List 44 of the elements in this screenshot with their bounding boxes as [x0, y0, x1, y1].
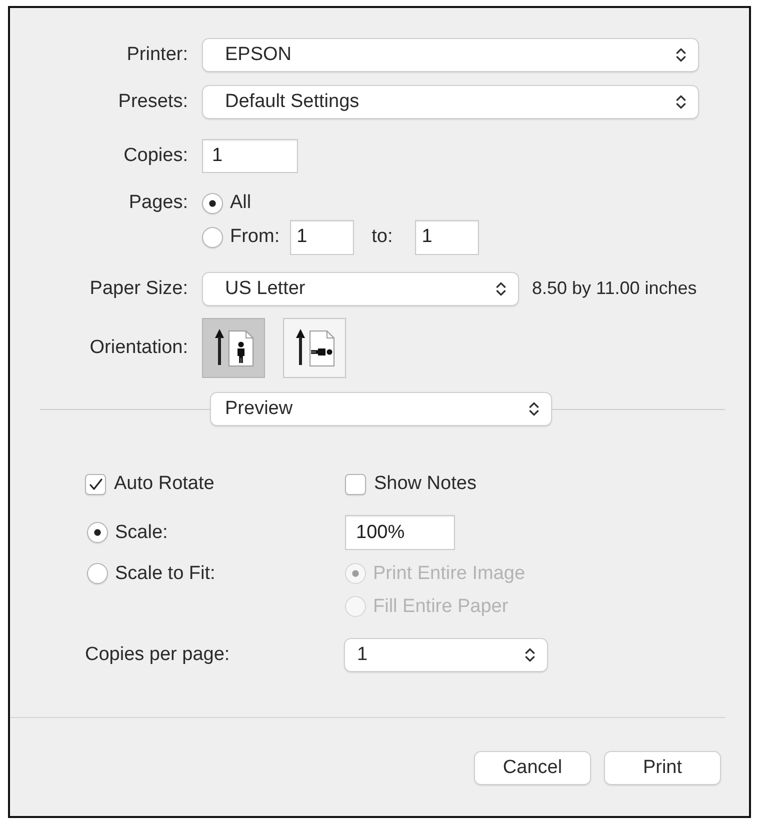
portrait-orientation-icon: [212, 328, 254, 368]
chevron-up-down-icon: [676, 94, 686, 110]
to-label: to:: [372, 226, 393, 248]
checkmark-icon: [88, 478, 102, 490]
option-label: Scale:: [115, 522, 168, 544]
option-label: Print Entire Image: [373, 562, 526, 584]
panel-popup[interactable]: Preview: [211, 393, 551, 425]
radio-button[interactable]: [87, 522, 108, 543]
chevron-up-down-icon: [676, 47, 686, 63]
printer-label: Printer:: [126, 44, 188, 66]
copies-field[interactable]: 1: [202, 139, 298, 173]
radio-button[interactable]: [202, 226, 223, 248]
radio-button[interactable]: [87, 563, 108, 584]
paper-size-label: Paper Size:: [88, 278, 188, 300]
checkbox[interactable]: [85, 474, 106, 494]
scale-field[interactable]: 100%: [345, 515, 455, 550]
copies-label: Copies:: [122, 145, 188, 167]
orientation-label: Orientation:: [88, 337, 188, 359]
paper-dimensions-text: 8.50 by 11.00 inches: [532, 278, 697, 299]
checkbox-label: Show Notes: [374, 473, 476, 495]
option-label: From:: [230, 226, 280, 248]
chevron-up-down-icon: [496, 280, 506, 296]
pages-label: Pages:: [128, 192, 188, 214]
presets-popup[interactable]: Default Settings: [203, 86, 698, 118]
cancel-button[interactable]: Cancel: [475, 752, 590, 784]
copies-per-page-popup[interactable]: 1: [345, 639, 547, 671]
chevron-up-down-icon: [525, 647, 535, 663]
checkbox[interactable]: [345, 474, 366, 494]
presets-label: Presets:: [117, 91, 188, 113]
paper-size-popup[interactable]: US Letter: [203, 272, 518, 304]
copies-per-page-label: Copies per page:: [85, 644, 230, 666]
option-label: Scale to Fit:: [115, 562, 216, 584]
radio-button[interactable]: [202, 192, 223, 214]
option-label: Fill Entire Paper: [373, 596, 508, 618]
to-page-field[interactable]: 1: [414, 220, 479, 254]
from-page-field[interactable]: 1: [290, 220, 354, 254]
landscape-orientation-icon: [294, 328, 336, 368]
option-label: All: [230, 192, 252, 214]
orientation-button[interactable]: [202, 318, 265, 378]
chevron-up-down-icon: [529, 401, 539, 417]
printer-popup[interactable]: EPSON: [203, 39, 698, 71]
orientation-button[interactable]: [283, 318, 346, 378]
checkbox-label: Auto Rotate: [114, 473, 214, 495]
print-button[interactable]: Print: [605, 752, 720, 784]
